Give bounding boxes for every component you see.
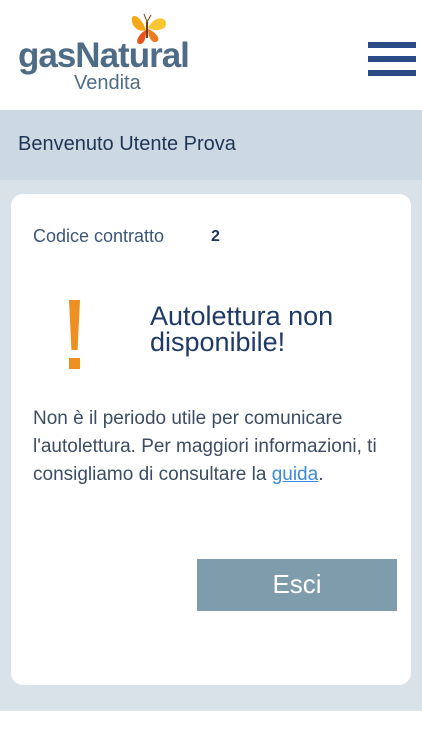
- brand-logo[interactable]: gasNatural Vendita: [18, 12, 198, 97]
- exclamation-warning-icon: [65, 300, 85, 372]
- menu-bar-top: [368, 42, 416, 48]
- app-header: gasNatural Vendita: [0, 0, 422, 110]
- alert-message: Non è il periodo utile per comunicare l'…: [33, 405, 399, 489]
- alert-message-text: Non è il periodo utile per comunicare l'…: [33, 408, 377, 485]
- hamburger-menu-icon[interactable]: [368, 42, 416, 76]
- content-card: Codice contratto 2 Autolettura non dispo…: [11, 194, 411, 685]
- brand-name: gasNatural: [18, 36, 190, 75]
- guide-link[interactable]: guida: [272, 464, 319, 485]
- contract-code-value: 2: [211, 228, 220, 245]
- welcome-bar: Benvenuto Utente Prova: [0, 110, 422, 180]
- alert-message-end: .: [318, 464, 324, 485]
- menu-bar-bottom: [368, 70, 416, 76]
- alert-title: Autolettura non disponibile!: [150, 301, 334, 357]
- exit-button[interactable]: Esci: [197, 559, 397, 611]
- contract-code-label: Codice contratto: [33, 226, 165, 246]
- welcome-text: Benvenuto Utente Prova: [18, 133, 236, 155]
- exclamation-stem: [69, 300, 80, 350]
- footer-strip: [0, 711, 422, 750]
- brand-subtitle: Vendita: [74, 72, 141, 94]
- exclamation-dot: [69, 358, 80, 369]
- menu-bar-middle: [368, 56, 416, 62]
